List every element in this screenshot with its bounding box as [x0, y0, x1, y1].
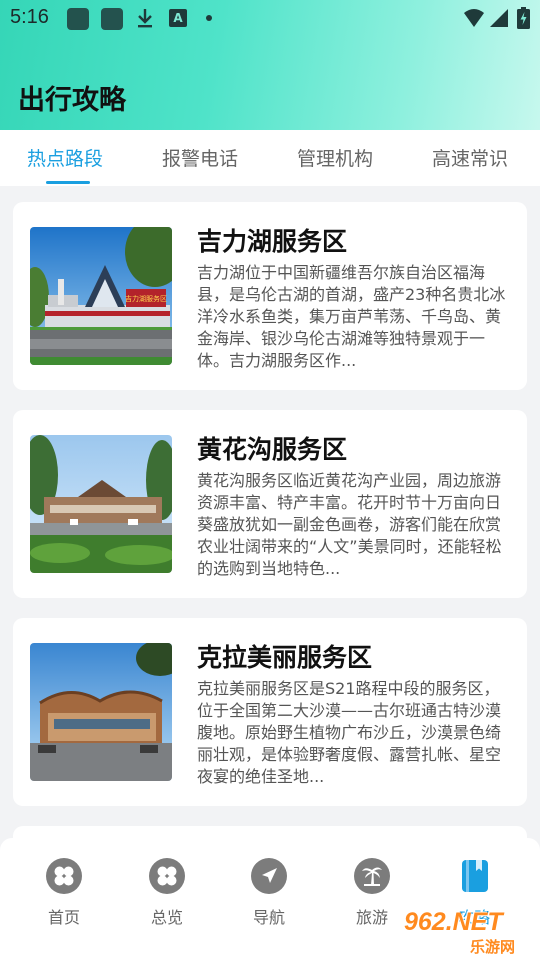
active-tab-indicator	[46, 181, 90, 184]
card-description: 吉力湖位于中国新疆维吾尔族自治区福海县，是乌伦古湖的首湖，盛产23种名贵北冰洋冷…	[197, 263, 506, 370]
status-time: 5:16	[10, 6, 49, 28]
navigation-arrow-icon	[251, 858, 287, 894]
clover-icon	[149, 858, 185, 894]
card-title: 黄花沟服务区	[197, 435, 348, 464]
watermark-logo: 962.NET 乐游网	[400, 908, 540, 960]
tab-management[interactable]: 管理机构	[297, 144, 373, 171]
building-sign: 吉力湖服务区	[125, 294, 167, 303]
service-area-card[interactable]: 吉力湖服务区 吉力湖服务区 吉力湖位于中国新疆维吾尔族自治区福海县，是乌伦古湖的…	[13, 202, 527, 390]
nav-label: 首页	[47, 908, 80, 927]
tab-hot-routes[interactable]: 热点路段	[27, 144, 103, 171]
book-icon	[456, 858, 492, 894]
battery-charging-icon	[517, 7, 530, 29]
card-title: 克拉美丽服务区	[197, 643, 373, 672]
nav-label: 总览	[150, 908, 183, 927]
card-description: 黄花沟服务区临近黄花沟产业园，周边旅游资源丰富、特产丰富。花开时节十万亩向日葵盛…	[197, 471, 502, 578]
more-notifications-dot-icon	[206, 15, 212, 21]
page-title: 出行攻略	[18, 85, 126, 116]
watermark-text: 962.NET	[404, 908, 503, 936]
nav-item-overview[interactable]: 总览	[127, 858, 207, 928]
nav-label: 导航	[252, 908, 285, 927]
tab-emergency-phone[interactable]: 报警电话	[162, 144, 238, 171]
service-area-card[interactable]: 克拉美丽服务区 克拉美丽服务区是S21路程中段的服务区，位于全国第二大沙漠——古…	[13, 618, 527, 806]
watermark-subtext: 乐游网	[470, 938, 516, 956]
notification-app-icon	[101, 8, 123, 30]
service-area-photo	[30, 643, 172, 781]
a-badge-icon: A	[169, 9, 187, 27]
card-description: 克拉美丽服务区是S21路程中段的服务区，位于全国第二大沙漠——古尔班通古特沙漠腹…	[197, 679, 502, 786]
tab-highway-knowledge[interactable]: 高速常识	[432, 144, 508, 171]
nav-item-navigation[interactable]: 导航	[229, 858, 309, 928]
status-bar: 5:16 A	[0, 0, 540, 36]
card-title: 吉力湖服务区	[197, 227, 348, 256]
palm-tree-icon	[354, 858, 390, 894]
tab-bar: 热点路段 报警电话 管理机构 高速常识	[0, 130, 540, 186]
service-area-card[interactable]: 黄花沟服务区 黄花沟服务区临近黄花沟产业园，周边旅游资源丰富、特产丰富。花开时节…	[13, 410, 527, 598]
notification-app-icon	[67, 8, 89, 30]
download-icon	[138, 9, 152, 28]
nav-item-home[interactable]: 首页	[24, 858, 104, 928]
wifi-icon	[464, 9, 484, 27]
service-area-photo: 吉力湖服务区	[30, 227, 172, 365]
signal-icon	[490, 9, 508, 27]
clover-icon	[46, 858, 82, 894]
service-area-photo	[30, 435, 172, 573]
